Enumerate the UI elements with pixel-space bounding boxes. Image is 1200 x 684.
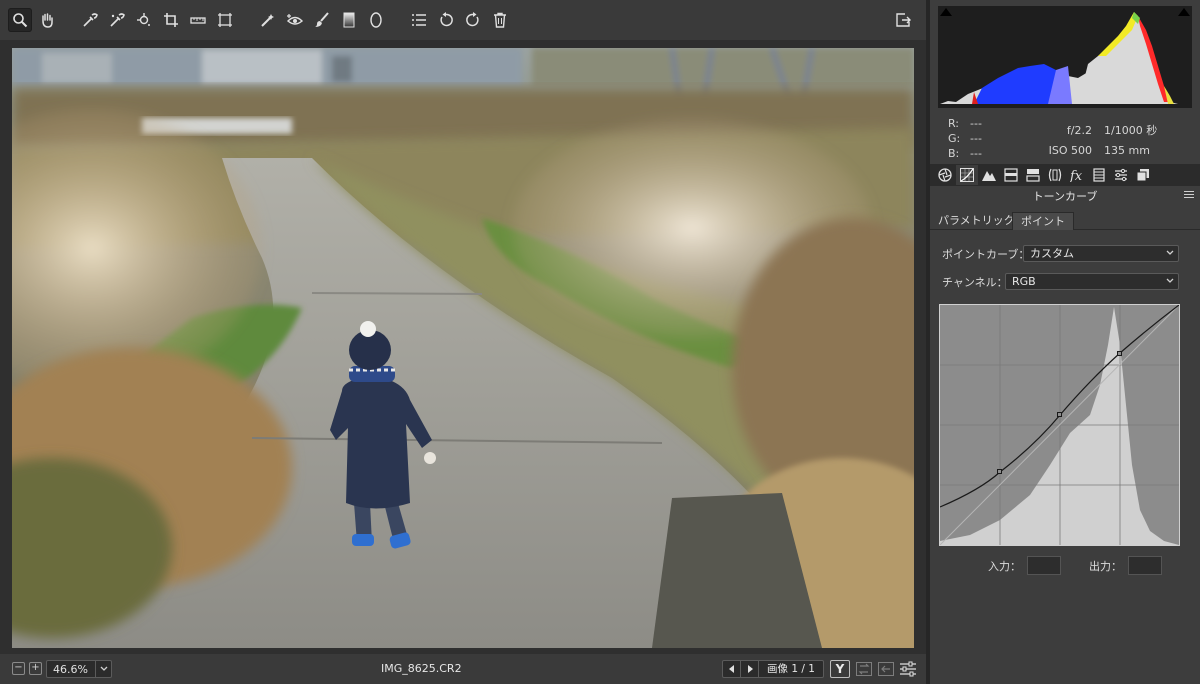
adjustment-brush-icon[interactable]	[310, 8, 334, 32]
curve-point[interactable]	[997, 469, 1002, 474]
chevron-down-icon	[1166, 278, 1174, 283]
focal-length: 135 mm	[1104, 144, 1150, 157]
curve-point[interactable]	[1117, 351, 1122, 356]
aperture: f/2.2	[1066, 124, 1092, 137]
r-label: R:	[948, 117, 960, 130]
iso: ISO 500	[1048, 144, 1092, 157]
g-value: ---	[970, 132, 982, 145]
exif-info: f/2.2 1/1000 秒 ISO 500 135 mm	[1038, 121, 1188, 161]
preview-settings-icon[interactable]	[898, 660, 918, 678]
graduated-filter-icon[interactable]	[337, 8, 361, 32]
b-value: ---	[970, 147, 982, 160]
preview-area	[0, 40, 926, 654]
straighten-icon[interactable]	[186, 8, 210, 32]
tab-camera-calibration-icon[interactable]	[1088, 165, 1110, 185]
panel-tabs: fx	[930, 164, 1200, 186]
image-navigator: 画像 1 / 1	[722, 660, 824, 678]
rotate-right-icon[interactable]	[461, 8, 485, 32]
zoom-level: 46.6%	[53, 662, 88, 676]
b-label: B:	[948, 147, 960, 160]
radial-filter-icon[interactable]	[364, 8, 388, 32]
channel-select[interactable]: RGB	[1005, 273, 1179, 290]
filename: IMG_8625.CR2	[381, 662, 462, 675]
zoom-tool-icon[interactable]	[8, 8, 32, 32]
r-value: ---	[970, 117, 982, 130]
rotate-left-icon[interactable]	[434, 8, 458, 32]
previous-image-button[interactable]	[723, 661, 741, 677]
rgb-readout: R: --- G: --- B: ---	[948, 116, 982, 161]
tone-curve-title: トーンカーブ	[1032, 190, 1098, 203]
tab-effects-fx-icon[interactable]: fx	[1066, 165, 1088, 185]
chevron-down-icon	[95, 661, 111, 677]
export-icon[interactable]	[891, 8, 915, 32]
swap-settings-icon[interactable]	[854, 660, 874, 678]
tab-parametric[interactable]: パラメトリック	[930, 212, 1023, 230]
shutter-speed: 1/1000 秒	[1104, 124, 1158, 137]
zoom-in-button[interactable]: +	[29, 662, 42, 675]
tab-basic-aperture-icon[interactable]	[934, 165, 956, 185]
point-curve-select[interactable]: カスタム	[1023, 245, 1179, 262]
target-adjustment-icon[interactable]	[132, 8, 156, 32]
tab-lens-corrections-icon[interactable]	[1044, 165, 1066, 185]
color-sampler-eyedropper-icon[interactable]	[105, 8, 129, 32]
before-after-label: Y	[835, 662, 845, 676]
channel-label: チャンネル：	[942, 276, 1008, 289]
toolbar	[0, 0, 926, 40]
output-label: 出力：	[1089, 559, 1122, 573]
highlight-clipping-warning-icon[interactable]	[1178, 8, 1190, 16]
tab-split-toning-icon[interactable]	[1022, 165, 1044, 185]
preferences-list-icon[interactable]	[407, 8, 431, 32]
copy-settings-icon[interactable]	[876, 660, 896, 678]
chevron-down-icon	[1166, 250, 1174, 255]
tab-detail-mountain-icon[interactable]	[978, 165, 1000, 185]
svg-text:fx: fx	[1070, 169, 1083, 182]
input-field[interactable]	[1027, 556, 1061, 575]
panel-menu-icon[interactable]	[1184, 191, 1194, 200]
shadow-clipping-warning-icon[interactable]	[940, 8, 952, 16]
input-output-row: 入力： 出力：	[988, 556, 1190, 575]
tab-hsl-icon[interactable]	[1000, 165, 1022, 185]
channel-row: チャンネル：	[942, 273, 1008, 291]
hand-tool-icon[interactable]	[35, 8, 59, 32]
next-image-button[interactable]	[741, 661, 759, 677]
point-curve-row: ポイントカーブ：	[942, 245, 1029, 263]
histogram	[938, 6, 1192, 108]
point-curve-label: ポイントカーブ：	[942, 248, 1030, 261]
image-count: 画像 1 / 1	[767, 663, 815, 675]
tab-presets-sliders-icon[interactable]	[1110, 165, 1132, 185]
adjustment-panel: R: --- G: --- B: --- f/2.2 1/1000 秒 ISO 500 1…	[930, 0, 1200, 684]
tab-point[interactable]: ポイント	[1012, 212, 1074, 230]
point-curve-value: カスタム	[1030, 247, 1074, 260]
curve-point[interactable]	[1057, 412, 1062, 417]
tone-curve-graph[interactable]	[939, 304, 1180, 546]
input-label: 入力：	[988, 559, 1021, 573]
spot-removal-icon[interactable]	[256, 8, 280, 32]
status-bar: − + 46.6% IMG_8625.CR2 画像 1 / 1 Y	[0, 654, 926, 684]
transform-icon[interactable]	[213, 8, 237, 32]
g-label: G:	[948, 132, 961, 145]
zoom-select[interactable]: 46.6%	[46, 660, 112, 678]
output-field[interactable]	[1128, 556, 1162, 575]
section-title: トーンカーブ	[930, 188, 1200, 206]
crop-icon[interactable]	[159, 8, 183, 32]
tab-tone-curve-icon[interactable]	[956, 165, 978, 185]
photo-illustration	[12, 48, 914, 648]
before-after-toggle-button[interactable]: Y	[830, 660, 850, 678]
red-eye-icon[interactable]	[283, 8, 307, 32]
trash-icon[interactable]	[488, 8, 512, 32]
curve-subtabs: パラメトリック ポイント	[930, 212, 1200, 230]
zoom-out-button[interactable]: −	[12, 662, 25, 675]
channel-value: RGB	[1012, 275, 1036, 288]
tab-snapshots-icon[interactable]	[1132, 165, 1154, 185]
white-balance-eyedropper-icon[interactable]	[78, 8, 102, 32]
photo-preview[interactable]	[12, 48, 914, 648]
